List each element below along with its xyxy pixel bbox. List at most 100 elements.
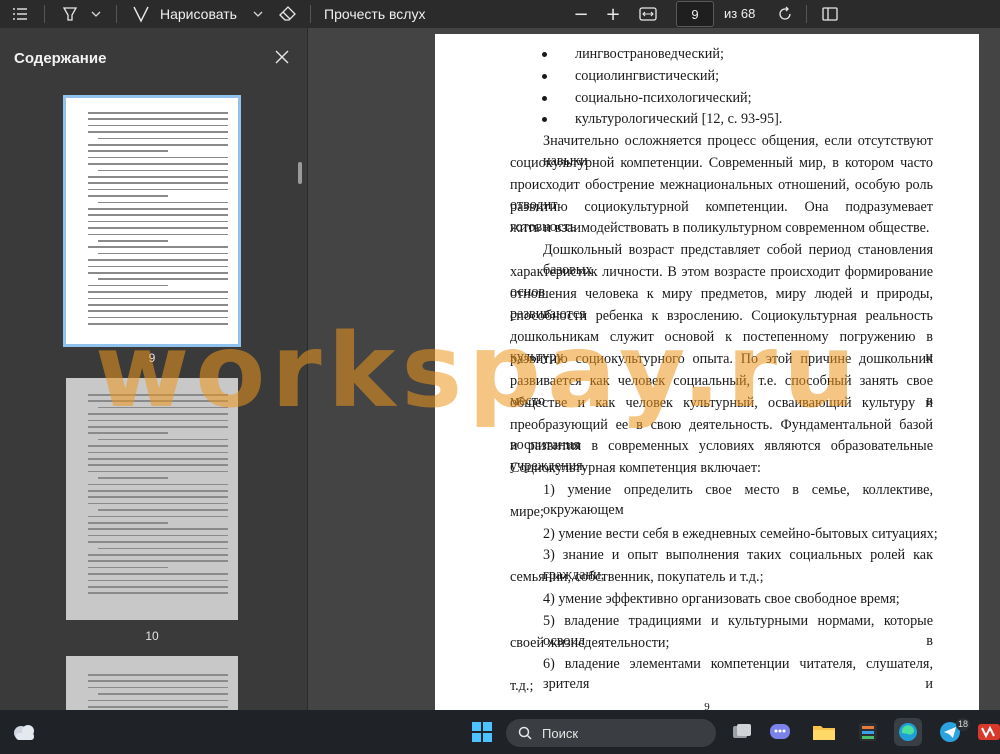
thumbnail-text-line [88,445,228,447]
vk-app-button[interactable] [976,718,1000,746]
bullet-item: лингвострановедческий; [575,46,724,62]
file-explorer-button[interactable] [810,718,838,746]
thumbnail-text-line [88,706,228,708]
thumbnail-text-line [88,394,228,396]
windows-icon [472,722,492,742]
thumbnail-text-line [88,323,228,325]
thumbnail-text-line [88,419,228,422]
thumbnail-text-line [88,573,228,575]
thumbnail-text-line [88,259,228,261]
fit-width-button[interactable] [636,0,660,28]
thumbnail-text-line [88,432,168,434]
thumbnail-text-line [88,686,228,689]
thumbnail-page-11[interactable] [66,656,238,710]
text-line: семьянин, собственник, покупатель и т.д.… [510,569,764,586]
thumbnail-text-line [88,413,228,415]
bullet-dot [542,95,547,101]
thumbnail-text-line [88,490,228,492]
read-aloud-button[interactable]: Прочесть вслух [324,0,434,28]
zoom-out-button[interactable]: − [570,0,592,28]
thumbnail-text-line [88,522,168,524]
thumbnail-text-line [98,169,228,172]
eraser-button[interactable] [276,0,300,28]
thumbnail-text-line [88,195,168,197]
zoom-in-button[interactable]: + [602,0,624,28]
thumbnail-text-line [88,400,228,402]
weather-widget[interactable] [10,718,38,746]
document-page: 9 лингвострановедческий; социолингвистиче… [435,34,979,710]
thumbnail-text-line [88,451,228,454]
thumbnail-text-line [98,278,228,280]
thumbnail-text-line [88,502,228,505]
thumbnail-text-line [88,246,228,248]
task-view-icon [733,724,751,738]
highlighter-icon [62,7,78,21]
thumbnail-text-line [88,131,228,133]
thumbnail-text-line [98,693,228,695]
close-sidebar-button[interactable] [272,47,292,67]
thumbnail-text-line [88,124,228,127]
edge-browser-button[interactable] [894,718,922,746]
thumbnail-text-line [88,674,228,676]
chevron-down-icon [91,11,101,17]
list-icon [13,8,27,20]
thumbnail-text-line [88,470,228,473]
thumbnail-text-line [88,297,228,300]
text-line: развитию социокультурного опыта. По этой… [510,351,933,368]
read-aloud-label: Прочесть вслух [324,6,426,22]
thumbnail-text-line [88,534,228,537]
thumbnail-text-line [88,592,228,594]
contents-toggle-button[interactable] [6,0,34,28]
thumbnail-text-line [98,201,228,204]
task-view-button[interactable] [728,718,756,746]
thumbnail-page-9[interactable] [63,95,241,347]
thumbnail-text-line [88,586,228,588]
thumbnail-text-line [88,680,228,682]
thumbnail-text-line [88,156,228,159]
text-line: мире; [510,503,544,520]
thumbnail-text-line [88,284,168,287]
text-line: т.д.; [510,678,534,695]
teams-chat-button[interactable] [766,718,794,746]
taskbar-search[interactable]: Поиск [506,719,716,747]
thumbnail-text-line [98,509,228,511]
page-view-button[interactable] [818,0,842,28]
thumbnail-text-line [98,240,168,242]
bullet-dot [542,73,547,79]
text-line: своей жизнедеятельности; [510,634,670,651]
search-icon [518,726,532,740]
contents-sidebar: Содержание 9 10 [0,28,308,710]
toolbar-separator [44,5,45,23]
thumbnail-text-line [88,528,228,530]
page-number-footer: 9 [704,701,710,710]
taskbar: Поиск 18 [0,710,1000,754]
search-label: Поиск [542,725,579,741]
draw-options-button[interactable] [250,0,266,28]
thumbnail-text-line [88,118,228,120]
start-button[interactable] [468,718,496,746]
thumbnail-text-line [88,272,228,274]
highlight-options-button[interactable] [88,0,104,28]
thumbnail-page-10[interactable] [66,378,238,620]
thumbnail-label: 9 [148,351,156,365]
sidebar-scrollbar[interactable] [298,162,302,184]
thumbnail-text-line [88,233,228,236]
page-number-input[interactable]: 9 [676,1,714,27]
close-icon [275,50,289,64]
draw-icon [133,6,149,23]
highlight-button[interactable] [58,0,82,28]
chat-icon [770,724,790,739]
rotate-icon [779,6,791,20]
thumbnail-text-line [88,227,228,229]
text-line: Социокультурная компетенция включает: [510,460,761,477]
bullet-item: социолингвистический; [575,67,720,84]
thumbnail-text-line [88,426,228,428]
office-app-button[interactable] [854,718,882,746]
thumbnail-text-line [88,541,228,543]
text-line: социокультурной компетенции. Современный… [510,155,933,171]
document-view[interactable]: 9 лингвострановедческий; социолингвистиче… [308,28,1000,710]
rotate-button[interactable] [773,0,797,28]
thumbnail-text-line [88,304,228,306]
thumbnail-text-line [88,214,228,216]
toolbar-separator [806,5,807,23]
